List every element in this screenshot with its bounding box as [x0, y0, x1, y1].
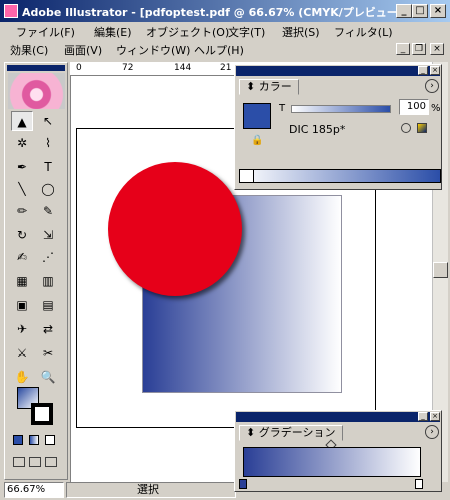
symbol-sprayer-tool-icon[interactable]: ▦: [11, 271, 33, 291]
swatch-name: DIC 185p*: [289, 123, 346, 136]
type-tool-icon[interactable]: T: [37, 157, 59, 177]
scissors-tool-icon[interactable]: ✂: [37, 343, 59, 363]
full-screen-menu-mode-icon[interactable]: [29, 457, 41, 467]
menubar-row-2: 効果(C) 画面(V) ウィンドウ(W) ヘルプ(H) _ ❐ ×: [0, 40, 450, 58]
scrollbar-thumb[interactable]: [433, 262, 448, 278]
menu-file[interactable]: ファイル(F): [16, 24, 75, 40]
gradient-tab[interactable]: ⬍ グラデーション: [239, 425, 343, 441]
pen-tool-icon[interactable]: ✒: [11, 157, 33, 177]
tint-percent-field[interactable]: 100: [399, 99, 429, 115]
red-circle[interactable]: [108, 162, 242, 296]
hand-tool-icon[interactable]: ✋: [11, 367, 33, 387]
menu-help[interactable]: ヘルプ(H): [194, 42, 244, 58]
gradient-palette-header[interactable]: _ ×: [236, 412, 440, 422]
color-palette: _ × ⬍ カラー › T 100 % DIC 185p* 🔒: [234, 64, 442, 190]
color-tab[interactable]: ⬍ カラー: [239, 79, 299, 95]
tab-arrow-icon: ⬍: [246, 80, 256, 93]
color-tab-label: カラー: [258, 80, 292, 93]
color-palette-header[interactable]: _ ×: [236, 66, 440, 76]
gradient-ramp[interactable]: [243, 447, 421, 477]
pencil-tool-icon[interactable]: ✎: [37, 201, 59, 221]
illustrator-icon: [4, 4, 18, 18]
minimize-button[interactable]: _: [396, 4, 412, 18]
ruler-label: 144: [174, 63, 192, 73]
scale-tool-icon[interactable]: ⇲: [37, 225, 59, 245]
palette-minimize-button[interactable]: _: [418, 66, 428, 75]
palette-close-button[interactable]: ×: [430, 412, 440, 421]
stroke-swatch[interactable]: [31, 403, 53, 425]
mesh-tool-icon[interactable]: ▣: [11, 295, 33, 315]
tint-label: T: [279, 103, 286, 114]
illustrator-flower-logo: [8, 73, 65, 109]
close-button[interactable]: ×: [430, 4, 446, 18]
color-mode-icon[interactable]: [13, 435, 23, 445]
palette-close-button[interactable]: ×: [430, 66, 440, 75]
lock-icon: 🔒: [251, 135, 264, 146]
ruler-label: 0: [76, 63, 82, 73]
lasso-tool-icon[interactable]: ⌇: [37, 133, 59, 153]
tint-slider[interactable]: [291, 105, 391, 113]
direct-selection-tool-icon[interactable]: ↖: [37, 111, 59, 131]
palette-menu-button[interactable]: ›: [425, 425, 439, 439]
blend-tool-icon[interactable]: ⇄: [37, 319, 59, 339]
warp-tool-icon[interactable]: ✍: [11, 247, 33, 267]
gradient-end-stop[interactable]: [415, 479, 423, 489]
menu-window[interactable]: ウィンドウ(W): [116, 42, 190, 58]
menubar-row-1: ファイル(F) 編集(E) オブジェクト(O) 文字(T) 選択(S) フィルタ…: [0, 22, 450, 40]
doc-restore-button[interactable]: ❐: [412, 43, 426, 55]
toolbox-header[interactable]: [7, 65, 65, 71]
out-of-gamut-icon[interactable]: [401, 123, 411, 133]
zoom-level-field[interactable]: 66.67%: [4, 482, 64, 498]
standard-screen-mode-icon[interactable]: [13, 457, 25, 467]
magic-wand-tool-icon[interactable]: ✲: [11, 133, 33, 153]
doc-minimize-button[interactable]: _: [396, 43, 410, 55]
menu-effect[interactable]: 効果(C): [10, 42, 48, 58]
free-transform-tool-icon[interactable]: ⋰: [37, 247, 59, 267]
status-text: 選択: [137, 483, 159, 496]
zoom-tool-icon[interactable]: 🔍: [37, 367, 59, 387]
palette-minimize-button[interactable]: _: [418, 412, 428, 421]
line-tool-icon[interactable]: ╲: [11, 179, 33, 199]
slice-tool-icon[interactable]: ⚔: [11, 343, 33, 363]
none-color-icon[interactable]: [240, 170, 254, 182]
maximize-button[interactable]: □: [412, 4, 428, 18]
toolbox: ▲ ↖ ✲ ⌇ ✒ T ╲ ◯ ✏ ✎ ↻ ⇲ ✍ ⋰ ▦ ▥ ▣ ▤ ✈ ⇄ …: [4, 62, 68, 480]
menu-select[interactable]: 選択(S): [282, 24, 320, 40]
menu-type[interactable]: 文字(T): [228, 24, 265, 40]
gradient-tab-label: グラデーション: [258, 426, 336, 439]
web-safe-icon[interactable]: [417, 123, 427, 133]
title-bar: Adobe Illustrator - [pdfoptest.pdf @ 66.…: [0, 0, 450, 22]
gradient-mode-icon[interactable]: [29, 435, 39, 445]
eyedropper-tool-icon[interactable]: ✈: [11, 319, 33, 339]
tab-arrow-icon: ⬍: [246, 426, 256, 439]
paintbrush-tool-icon[interactable]: ✏: [11, 201, 33, 221]
percent-sign: %: [431, 103, 441, 114]
palette-menu-button[interactable]: ›: [425, 79, 439, 93]
color-spectrum-bar[interactable]: [239, 169, 441, 183]
app-window: Adobe Illustrator - [pdfoptest.pdf @ 66.…: [0, 0, 450, 500]
doc-close-button[interactable]: ×: [430, 43, 444, 55]
ruler-label: 72: [122, 63, 134, 73]
menu-edit[interactable]: 編集(E): [94, 24, 132, 40]
selection-tool-icon[interactable]: ▲: [11, 111, 33, 131]
none-mode-icon[interactable]: [45, 435, 55, 445]
current-color-swatch[interactable]: [243, 103, 271, 129]
window-title: Adobe Illustrator - [pdfoptest.pdf @ 66.…: [22, 6, 412, 19]
gradient-start-stop[interactable]: [239, 479, 247, 489]
menu-view[interactable]: 画面(V): [64, 42, 102, 58]
rotate-tool-icon[interactable]: ↻: [11, 225, 33, 245]
gradient-tool-icon[interactable]: ▤: [37, 295, 59, 315]
full-screen-mode-icon[interactable]: [45, 457, 57, 467]
gradient-palette: _ × ⬍ グラデーション ›: [234, 410, 442, 492]
ruler-label: 21: [220, 63, 232, 73]
menu-filter[interactable]: フィルタ(L): [334, 24, 393, 40]
graph-tool-icon[interactable]: ▥: [37, 271, 59, 291]
ellipse-tool-icon[interactable]: ◯: [37, 179, 59, 199]
menu-object[interactable]: オブジェクト(O): [146, 24, 229, 40]
status-bar: 選択: [66, 482, 236, 498]
